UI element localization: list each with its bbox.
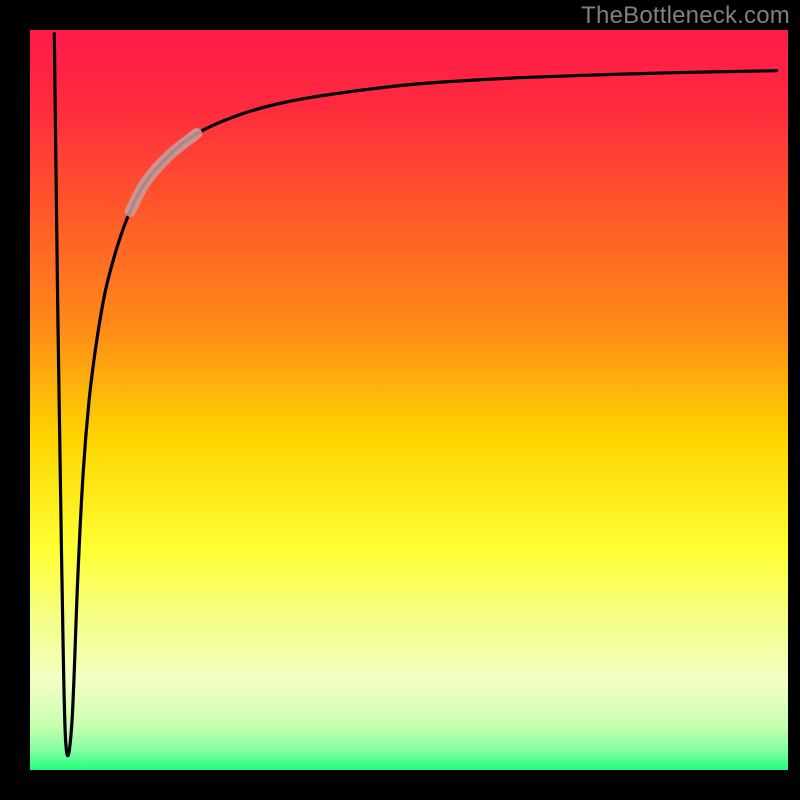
frame-border [0, 0, 30, 800]
watermark-text: TheBottleneck.com [581, 2, 790, 30]
frame-border [788, 0, 800, 800]
gradient-panel [30, 30, 788, 770]
frame-border [0, 770, 800, 800]
bottleneck-chart [0, 0, 800, 800]
chart-frame: TheBottleneck.com [0, 0, 800, 800]
